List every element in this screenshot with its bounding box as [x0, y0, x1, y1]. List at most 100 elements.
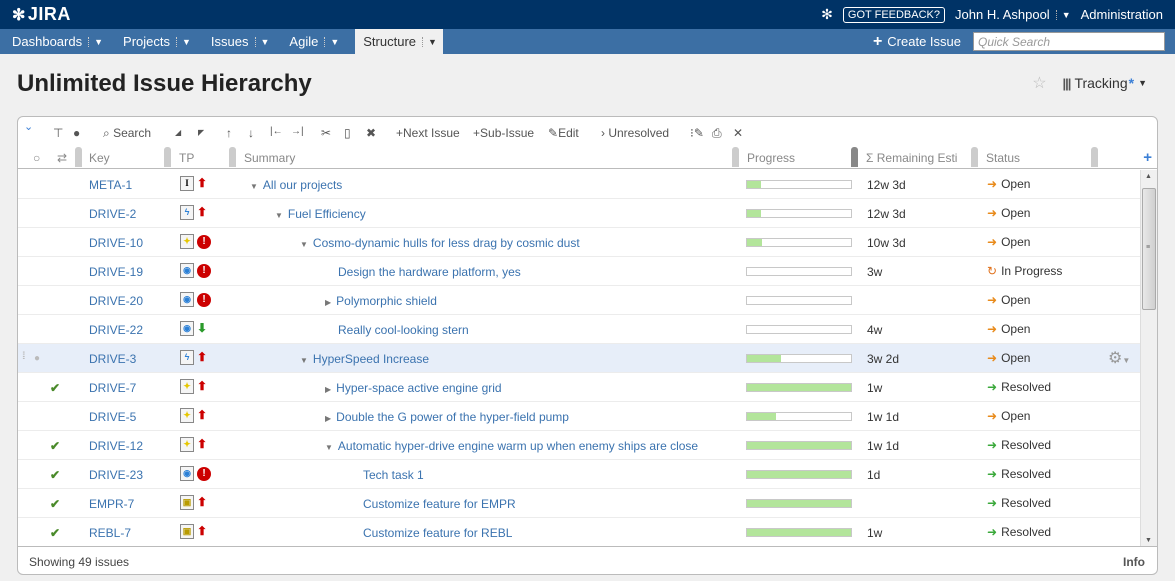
issue-summary-link[interactable]: Customize feature for REBL	[363, 526, 512, 540]
table-row[interactable]: DRIVE-5 ✦ ⬆ ▶ Double the G power of the hype…	[18, 402, 1141, 431]
gear-icon[interactable]: ⚙▼	[1108, 348, 1130, 368]
issue-summary-link[interactable]: Tech task 1	[363, 468, 424, 482]
issue-summary-link[interactable]: All our projects	[263, 178, 342, 192]
view-selector[interactable]: ||| Tracking * ▼	[1063, 75, 1147, 91]
column-resize-handle[interactable]	[164, 147, 171, 167]
summary-cell[interactable]: Customize feature for EMPR	[363, 497, 516, 511]
table-row[interactable]: META-1 I ⬆ ▼ All our projects 12w 3d ➜ Open	[18, 170, 1141, 199]
drag-handle-icon[interactable]: ⁞⁞	[22, 351, 25, 362]
issue-key-link[interactable]: DRIVE-3	[89, 352, 136, 366]
table-row[interactable]: DRIVE-10 ✦! ▼ Cosmo-dynamic hulls for less …	[18, 228, 1141, 257]
table-row[interactable]: DRIVE-19 ◉! Design the hardware platform, …	[18, 257, 1141, 286]
move-up-icon[interactable]: ↑	[226, 126, 232, 140]
nav-dashboards[interactable]: Dashboards ▼	[6, 29, 117, 54]
clock-icon[interactable]: ●	[73, 126, 80, 140]
chevron-down-icon[interactable]: ▼	[1055, 9, 1071, 20]
nav-projects[interactable]: Projects ▼	[117, 29, 205, 54]
feedback-button[interactable]: GOT FEEDBACK?	[842, 6, 946, 23]
sub-issue-button[interactable]: +Sub-Issue	[473, 126, 534, 140]
search-button[interactable]: ⌕ Search	[103, 126, 151, 141]
table-row[interactable]: DRIVE-22 ◉ ⬇ Really cool-looking stern 4w ➜ Op…	[18, 315, 1141, 344]
issue-key-link[interactable]: EMPR-7	[89, 497, 134, 511]
next-issue-button[interactable]: +Next Issue	[396, 126, 460, 140]
summary-cell[interactable]: ▼ Cosmo-dynamic hulls for less drag by co…	[300, 236, 580, 250]
column-resize-handle[interactable]	[75, 147, 82, 167]
chevron-down-icon[interactable]: ▼	[176, 36, 191, 47]
issue-summary-link[interactable]: Cosmo-dynamic hulls for less drag by cos…	[313, 236, 580, 250]
column-resize-handle[interactable]	[971, 147, 978, 167]
outdent-icon[interactable]: |←	[270, 126, 283, 137]
bulk-edit-icon[interactable]: ⁝✎	[690, 126, 704, 140]
summary-cell[interactable]: ▶ Polymorphic shield	[325, 294, 437, 308]
summary-cell[interactable]: Tech task 1	[363, 468, 424, 482]
column-resize-handle[interactable]	[1091, 147, 1098, 167]
summary-cell[interactable]: ▶ Hyper-space active engine grid	[325, 381, 502, 395]
export-excel-icon[interactable]: ✕	[733, 126, 743, 140]
collapse-panel-icon[interactable]: ⌄	[24, 120, 33, 133]
tree-expanded-icon[interactable]: ▼	[250, 182, 258, 191]
administration-link[interactable]: Administration	[1081, 7, 1163, 22]
column-header-remaining[interactable]: Σ Remaining Esti	[866, 151, 969, 165]
table-row[interactable]: DRIVE-20 ◉! ▶ Polymorphic shield ➜ Open	[18, 286, 1141, 315]
move-down-icon[interactable]: ↓	[248, 126, 254, 140]
nav-structure[interactable]: Structure ▼	[355, 29, 443, 54]
user-menu[interactable]: John H. Ashpool ▼	[955, 7, 1071, 22]
issue-key-link[interactable]: DRIVE-20	[89, 294, 143, 308]
issue-summary-link[interactable]: Fuel Efficiency	[288, 207, 366, 221]
column-resize-handle[interactable]	[851, 147, 858, 167]
issue-key-link[interactable]: DRIVE-5	[89, 410, 136, 424]
table-row[interactable]: ✔ REBL-7 ▣ ⬆ Customize feature for REBL 1w ➜ Re…	[18, 518, 1141, 547]
issue-summary-link[interactable]: Double the G power of the hyper-field pu…	[336, 410, 569, 424]
summary-cell[interactable]: Really cool-looking stern	[338, 323, 469, 337]
issue-summary-link[interactable]: Design the hardware platform, yes	[338, 265, 521, 279]
nav-issues[interactable]: Issues ▼	[205, 29, 284, 54]
chevron-down-icon[interactable]: ▼	[254, 36, 269, 47]
column-resize-handle[interactable]	[732, 147, 739, 167]
column-header-tp[interactable]: TP	[179, 151, 194, 165]
column-header-progress[interactable]: Progress	[747, 151, 795, 165]
summary-cell[interactable]: ▶ Double the G power of the hyper-field p…	[325, 410, 569, 424]
summary-cell[interactable]: ▼ HyperSpeed Increase	[300, 352, 429, 366]
summary-cell[interactable]: ▼ Fuel Efficiency	[275, 207, 366, 221]
favorite-star-icon[interactable]: ☆	[1032, 73, 1046, 93]
tree-expanded-icon[interactable]: ▼	[325, 443, 333, 452]
issue-summary-link[interactable]: HyperSpeed Increase	[313, 352, 429, 366]
jira-logo[interactable]: ✻ JIRA	[12, 4, 71, 25]
cut-icon[interactable]: ✂	[321, 126, 331, 140]
tree-expanded-icon[interactable]: ▼	[300, 356, 308, 365]
column-header-key[interactable]: Key	[89, 151, 110, 165]
tree-collapsed-icon[interactable]: ▶	[325, 385, 331, 394]
table-row[interactable]: DRIVE-2 ϟ ⬆ ▼ Fuel Efficiency 12w 3d ➜ Open	[18, 199, 1141, 228]
tree-collapsed-icon[interactable]: ▶	[325, 298, 331, 307]
chevron-down-icon[interactable]: ▼	[324, 36, 339, 47]
summary-cell[interactable]: ▼ All our projects	[250, 178, 342, 192]
scrollbar-thumb[interactable]: ≡	[1142, 188, 1156, 310]
quick-search-input[interactable]	[973, 32, 1165, 51]
table-row[interactable]: ✔ EMPR-7 ▣ ⬆ Customize feature for EMPR ➜ Reso…	[18, 489, 1141, 518]
nav-agile[interactable]: Agile ▼	[283, 29, 353, 54]
issue-key-link[interactable]: DRIVE-19	[89, 265, 143, 279]
row-select-radio-icon[interactable]: ●	[34, 353, 40, 364]
table-row[interactable]: ✔ DRIVE-23 ◉! Tech task 1 1d ➜ Resolved	[18, 460, 1141, 489]
unresolved-filter-button[interactable]: › Unresolved	[601, 126, 669, 140]
remove-icon[interactable]: ✖	[366, 126, 376, 140]
table-row[interactable]: ⁞⁞ ● DRIVE-3 ϟ ⬆ ▼ HyperSpeed Increase 3w 2d ➜ Op…	[18, 344, 1141, 373]
expand-all-icon[interactable]: ◤	[198, 128, 204, 137]
issue-summary-link[interactable]: Hyper-space active engine grid	[336, 381, 501, 395]
tree-collapsed-icon[interactable]: ▶	[325, 414, 331, 423]
issue-key-link[interactable]: META-1	[89, 178, 132, 192]
summary-cell[interactable]: Design the hardware platform, yes	[338, 265, 521, 279]
indent-icon[interactable]: →|	[291, 126, 304, 137]
issue-summary-link[interactable]: Really cool-looking stern	[338, 323, 469, 337]
table-row[interactable]: ✔ DRIVE-12 ✦ ⬆ ▼ Automatic hyper-drive engine…	[18, 431, 1141, 460]
collapse-all-icon[interactable]: ◢	[175, 128, 181, 137]
chevron-down-icon[interactable]: ▼	[422, 36, 437, 47]
edit-button[interactable]: ✎Edit	[548, 126, 579, 140]
issue-key-link[interactable]: REBL-7	[89, 526, 131, 540]
info-link[interactable]: Info	[1123, 555, 1145, 569]
print-icon[interactable]: ⎙	[712, 126, 722, 141]
vertical-scrollbar[interactable]: ▲ ≡ ▼	[1140, 170, 1157, 547]
summary-cell[interactable]: Customize feature for REBL	[363, 526, 512, 540]
issue-summary-link[interactable]: Polymorphic shield	[336, 294, 437, 308]
pin-icon[interactable]: ⊤	[53, 126, 63, 140]
